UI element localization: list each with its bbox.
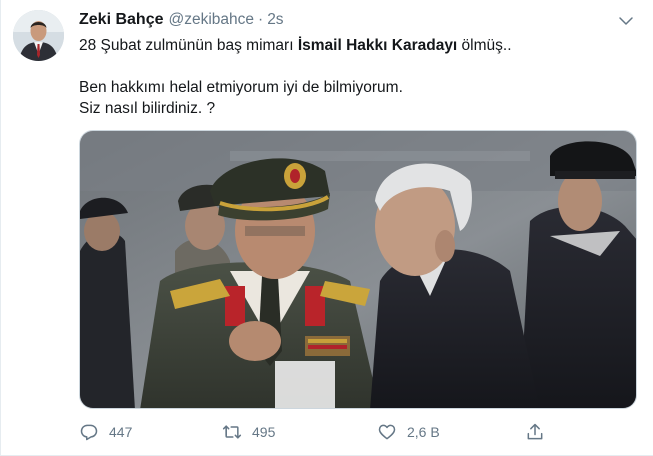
like-button[interactable]: 2,6 B xyxy=(377,419,440,445)
avatar[interactable] xyxy=(13,10,64,61)
avatar-image xyxy=(13,10,64,61)
reply-button[interactable]: 447 xyxy=(79,419,132,445)
author-name[interactable]: Zeki Bahçe xyxy=(79,11,163,29)
separator-dot: · xyxy=(258,11,264,28)
more-options-button[interactable] xyxy=(617,12,635,30)
reply-icon xyxy=(80,424,98,441)
heart-icon xyxy=(378,424,396,440)
tweet-header: Zeki Bahçe @zekibahce · 2s xyxy=(79,11,284,33)
tweet-text-line-3: Siz nasıl bilirdiniz. ? xyxy=(79,100,216,117)
tweet-text-line-1: 28 Şubat zulmünün baş mimarı İsmail Hakk… xyxy=(79,35,639,56)
author-handle[interactable]: @zekibahce xyxy=(168,11,254,29)
retweet-button[interactable]: 495 xyxy=(222,419,275,445)
chevron-down-icon xyxy=(619,17,633,25)
share-icon xyxy=(527,423,543,440)
reply-count: 447 xyxy=(109,424,133,440)
tweet-text-line-2: Ben hakkımı helal etmiyorum iyi de bilmi… xyxy=(79,79,403,96)
tweet-text-segment: 28 Şubat zulmünün baş mimarı xyxy=(79,37,298,54)
like-count: 2,6 B xyxy=(407,424,440,440)
retweet-count: 495 xyxy=(252,424,276,440)
retweet-icon xyxy=(222,425,242,439)
tweet-text-bold-name: İsmail Hakkı Karadayı xyxy=(297,37,458,54)
tweet-text-segment: ölmüş.. xyxy=(457,37,512,54)
photo-image xyxy=(80,131,636,408)
tweet-actions: 447 495 2,6 B xyxy=(79,419,559,445)
share-button[interactable] xyxy=(525,419,545,445)
tweet-card[interactable]: Zeki Bahçe @zekibahce · 2s 28 Şubat zulm… xyxy=(0,0,653,456)
timestamp[interactable]: 2s xyxy=(267,11,283,29)
tweet-text: 28 Şubat zulmünün baş mimarı İsmail Hakk… xyxy=(79,35,639,119)
tweet-photo[interactable] xyxy=(79,130,637,409)
